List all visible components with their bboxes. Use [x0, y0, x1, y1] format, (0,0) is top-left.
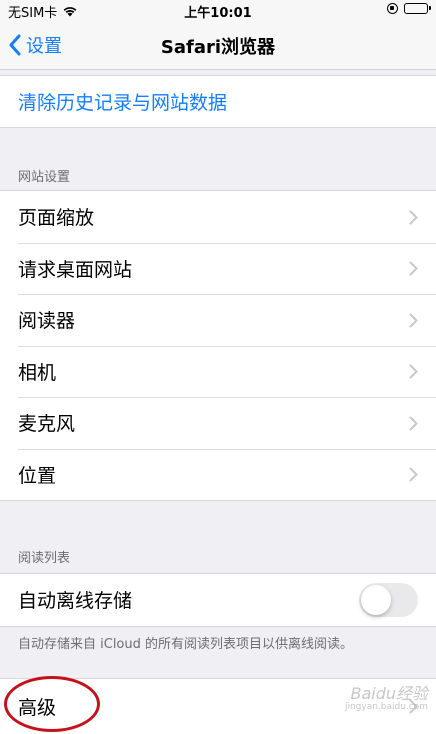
settings-item-label: 位置	[18, 464, 57, 487]
auto-offline-row: 自动离线存储	[0, 574, 436, 626]
reading-list-group: 自动离线存储	[0, 573, 436, 627]
clear-history-button[interactable]: 清除历史记录与网站数据	[0, 76, 436, 127]
status-right	[387, 3, 431, 14]
status-time: 上午10:01	[184, 6, 252, 21]
auto-offline-label: 自动离线存储	[18, 590, 133, 613]
website-settings-group: 页面缩放 请求桌面网站 阅读器 相机 麦克风 位置	[0, 190, 436, 501]
reading-list-footer: 自动存储来自 iCloud 的所有阅读列表项目以供离线阅读。	[18, 637, 354, 652]
chevron-right-icon	[409, 364, 418, 379]
chevron-right-icon	[409, 313, 418, 328]
settings-item-label: 请求桌面网站	[18, 258, 133, 281]
settings-item-page-zoom[interactable]: 页面缩放	[0, 191, 436, 243]
settings-item-reader[interactable]: 阅读器	[0, 294, 436, 346]
watermark-text: Baidu经验	[350, 684, 428, 703]
watermark: Baidu经验 jingyan.baidu.com	[345, 685, 428, 712]
navigation-bar: 设置 Safari浏览器	[0, 20, 436, 70]
reading-list-header: 阅读列表	[18, 551, 71, 566]
toggle-knob	[361, 584, 391, 615]
settings-item-location[interactable]: 位置	[0, 448, 436, 501]
chevron-right-icon	[409, 210, 418, 225]
settings-item-label: 相机	[18, 361, 57, 384]
battery-icon	[404, 3, 431, 14]
chevron-right-icon	[409, 261, 418, 276]
watermark-sub: jingyan.baidu.com	[344, 701, 428, 712]
settings-item-label: 麦克风	[18, 413, 76, 436]
clear-history-label: 清除历史记录与网站数据	[18, 92, 228, 114]
settings-item-microphone[interactable]: 麦克风	[0, 397, 436, 449]
website-settings-header: 网站设置	[18, 170, 71, 185]
status-bar: 无SIM卡 上午10:01	[0, 0, 436, 21]
auto-offline-toggle[interactable]	[359, 582, 418, 617]
settings-item-request-desktop[interactable]: 请求桌面网站	[0, 242, 436, 295]
settings-item-camera[interactable]: 相机	[0, 345, 436, 398]
page-title: Safari浏览器	[160, 37, 276, 58]
rotation-lock-icon	[387, 3, 398, 14]
advanced-label: 高级	[18, 696, 57, 719]
settings-item-label: 页面缩放	[18, 207, 95, 230]
chevron-right-icon	[409, 467, 418, 482]
chevron-right-icon	[409, 416, 418, 431]
settings-item-label: 阅读器	[18, 310, 76, 333]
clear-history-group: 清除历史记录与网站数据	[0, 75, 436, 128]
